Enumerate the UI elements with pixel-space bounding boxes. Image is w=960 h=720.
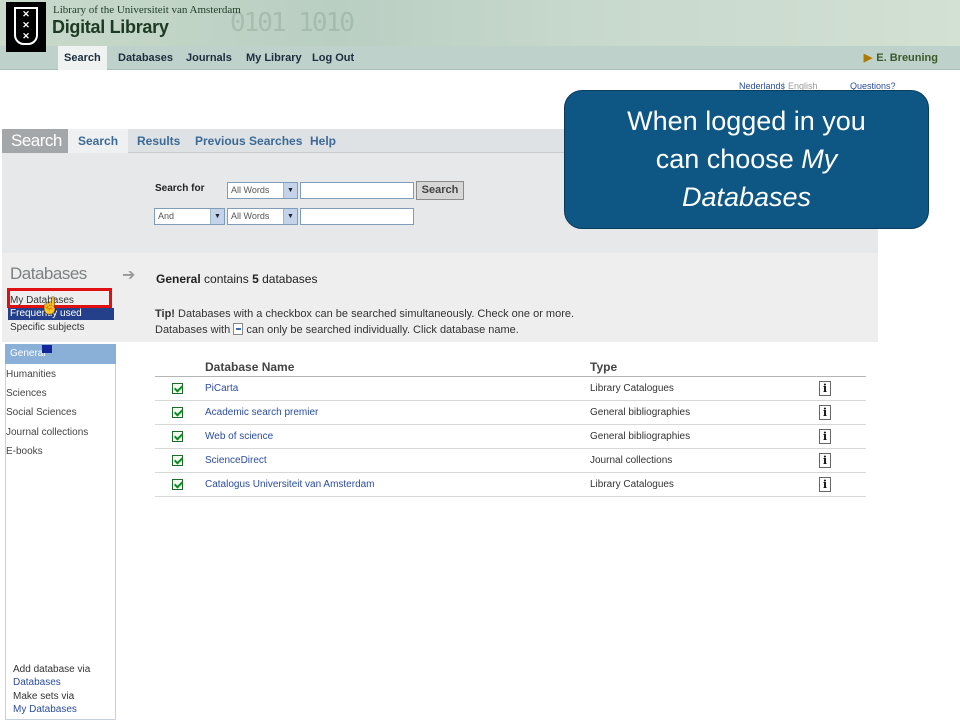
frequently-used-databases-link[interactable]: Frequently used databases: [8, 308, 114, 331]
search-input-1[interactable]: [300, 182, 414, 199]
info-icon[interactable]: i: [819, 405, 831, 420]
footer-add-text: Add database via: [13, 664, 91, 675]
checkbox[interactable]: [172, 383, 183, 394]
database-link[interactable]: Academic search premier: [205, 407, 318, 418]
site-title: Digital Library: [52, 17, 169, 37]
uva-logo[interactable]: ✕ ✕ ✕: [6, 2, 46, 52]
nav-log-out[interactable]: Log Out: [312, 46, 354, 70]
table-row: Web of science General bibliographies i: [155, 425, 866, 449]
database-link[interactable]: ScienceDirect: [205, 455, 267, 466]
column-header-type[interactable]: Type: [590, 360, 617, 374]
screen: 0101 1010 ✕ ✕ ✕ Library of the Universitei…: [0, 0, 960, 720]
field-select-1-value: All Words: [231, 185, 270, 195]
callout-line-2-text: can choose: [655, 144, 802, 174]
database-link[interactable]: PiCarta: [205, 383, 238, 394]
checkbox[interactable]: [172, 455, 183, 466]
arrow-right-icon: ▶: [863, 52, 873, 64]
category-e-books[interactable]: E-books: [6, 446, 43, 457]
tab-results[interactable]: Results: [137, 129, 180, 153]
callout-box: When logged in you can choose My Databas…: [564, 90, 929, 229]
banner-decoration: 0101 1010: [230, 8, 355, 38]
library-name: Library of the Universiteit van Amsterda…: [53, 4, 241, 16]
tab-previous-searches[interactable]: Previous Searches: [195, 129, 302, 153]
category-sciences[interactable]: Sciences: [6, 388, 47, 399]
search-button[interactable]: Search: [416, 181, 464, 200]
table-row: PiCarta Library Catalogues i: [155, 377, 866, 401]
operator-select[interactable]: And ▼: [154, 208, 225, 225]
field-select-1[interactable]: All Words ▼: [227, 182, 298, 199]
summary-mid: contains: [200, 272, 253, 286]
chevron-down-icon: ▼: [283, 209, 297, 224]
footer-my-databases-link[interactable]: My Databases: [13, 704, 77, 715]
database-type: Library Catalogues: [590, 479, 674, 490]
info-icon[interactable]: i: [819, 429, 831, 444]
chevron-down-icon: ▼: [283, 183, 297, 198]
category-social-sciences[interactable]: Social Sciences: [6, 407, 77, 418]
checkbox[interactable]: [172, 431, 183, 442]
tip-text-1: Databases with a checkbox can be searche…: [174, 308, 575, 320]
nav-search[interactable]: Search: [58, 46, 107, 70]
tab-search[interactable]: Search: [68, 129, 129, 153]
database-type: Journal collections: [590, 455, 673, 466]
category-humanities[interactable]: Humanities: [6, 369, 56, 380]
table-row: ScienceDirect Journal collections i: [155, 449, 866, 473]
footer-databases-link[interactable]: Databases: [13, 677, 61, 688]
callout-line-2-em: My: [801, 144, 838, 174]
database-type: General bibliographies: [590, 431, 691, 442]
nav-journals[interactable]: Journals: [186, 46, 232, 70]
database-type: General bibliographies: [590, 407, 691, 418]
info-icon[interactable]: i: [819, 453, 831, 468]
footer-sets-text: Make sets via: [13, 691, 75, 702]
summary-suffix: databases: [258, 272, 318, 286]
info-icon[interactable]: i: [819, 477, 831, 492]
nav-my-library[interactable]: My Library: [246, 46, 302, 70]
info-icon[interactable]: i: [819, 381, 831, 396]
category-journal-collections[interactable]: Journal collections: [6, 427, 88, 438]
search-for-label: Search for: [155, 183, 205, 194]
hand-cursor-icon: ☝: [40, 298, 60, 315]
checkbox[interactable]: [172, 479, 183, 490]
category-name: General: [156, 272, 201, 286]
callout-line-2: can choose My: [565, 140, 928, 178]
callout-line-3-em: Databases: [681, 182, 812, 212]
main-nav: Search Databases Journals My Library Log…: [0, 46, 960, 70]
nav-databases[interactable]: Databases: [118, 46, 173, 70]
chevron-down-icon: ▼: [210, 209, 224, 224]
field-select-2-value: All Words: [231, 211, 270, 221]
column-header-name[interactable]: Database Name: [205, 360, 294, 374]
tip-line-2: Databases with can only be searched indi…: [155, 323, 519, 336]
tip-line-1: Tip! Databases with a checkbox can be se…: [155, 308, 574, 320]
table-row: Catalogus Universiteit van Amsterdam Lib…: [155, 473, 866, 497]
user-name: E. Breuning: [876, 52, 938, 64]
shield-icon: ✕ ✕ ✕: [14, 7, 38, 45]
specific-subjects-link[interactable]: Specific subjects: [10, 322, 84, 333]
checkbox[interactable]: [172, 407, 183, 418]
database-count: 5: [252, 272, 259, 286]
database-link[interactable]: Web of science: [205, 431, 273, 442]
selection-marker: [42, 345, 52, 353]
tip-text-2a: Databases with: [155, 324, 234, 336]
external-link-icon: [233, 323, 244, 335]
operator-select-value: And: [158, 211, 175, 221]
tip-label: Tip!: [155, 308, 175, 320]
databases-title: Databases: [10, 264, 87, 283]
field-select-2[interactable]: All Words ▼: [227, 208, 298, 225]
table-row: Academic search premier General bibliogr…: [155, 401, 866, 425]
category-summary: General contains 5 databases: [156, 272, 317, 286]
search-input-2[interactable]: [300, 208, 414, 225]
category-general[interactable]: General: [5, 344, 116, 364]
database-type: Library Catalogues: [590, 383, 674, 394]
arrow-right-icon: ➔: [122, 267, 136, 284]
callout-line-3: Databases: [565, 178, 928, 216]
database-link[interactable]: Catalogus Universiteit van Amsterdam: [205, 479, 375, 490]
user-link[interactable]: ▶ E. Breuning: [864, 46, 938, 70]
search-section-title: Search: [2, 129, 68, 153]
callout-line-1: When logged in you: [627, 106, 866, 136]
tab-help[interactable]: Help: [310, 129, 336, 153]
tip-text-2b: can only be searched individually. Click…: [243, 324, 519, 336]
